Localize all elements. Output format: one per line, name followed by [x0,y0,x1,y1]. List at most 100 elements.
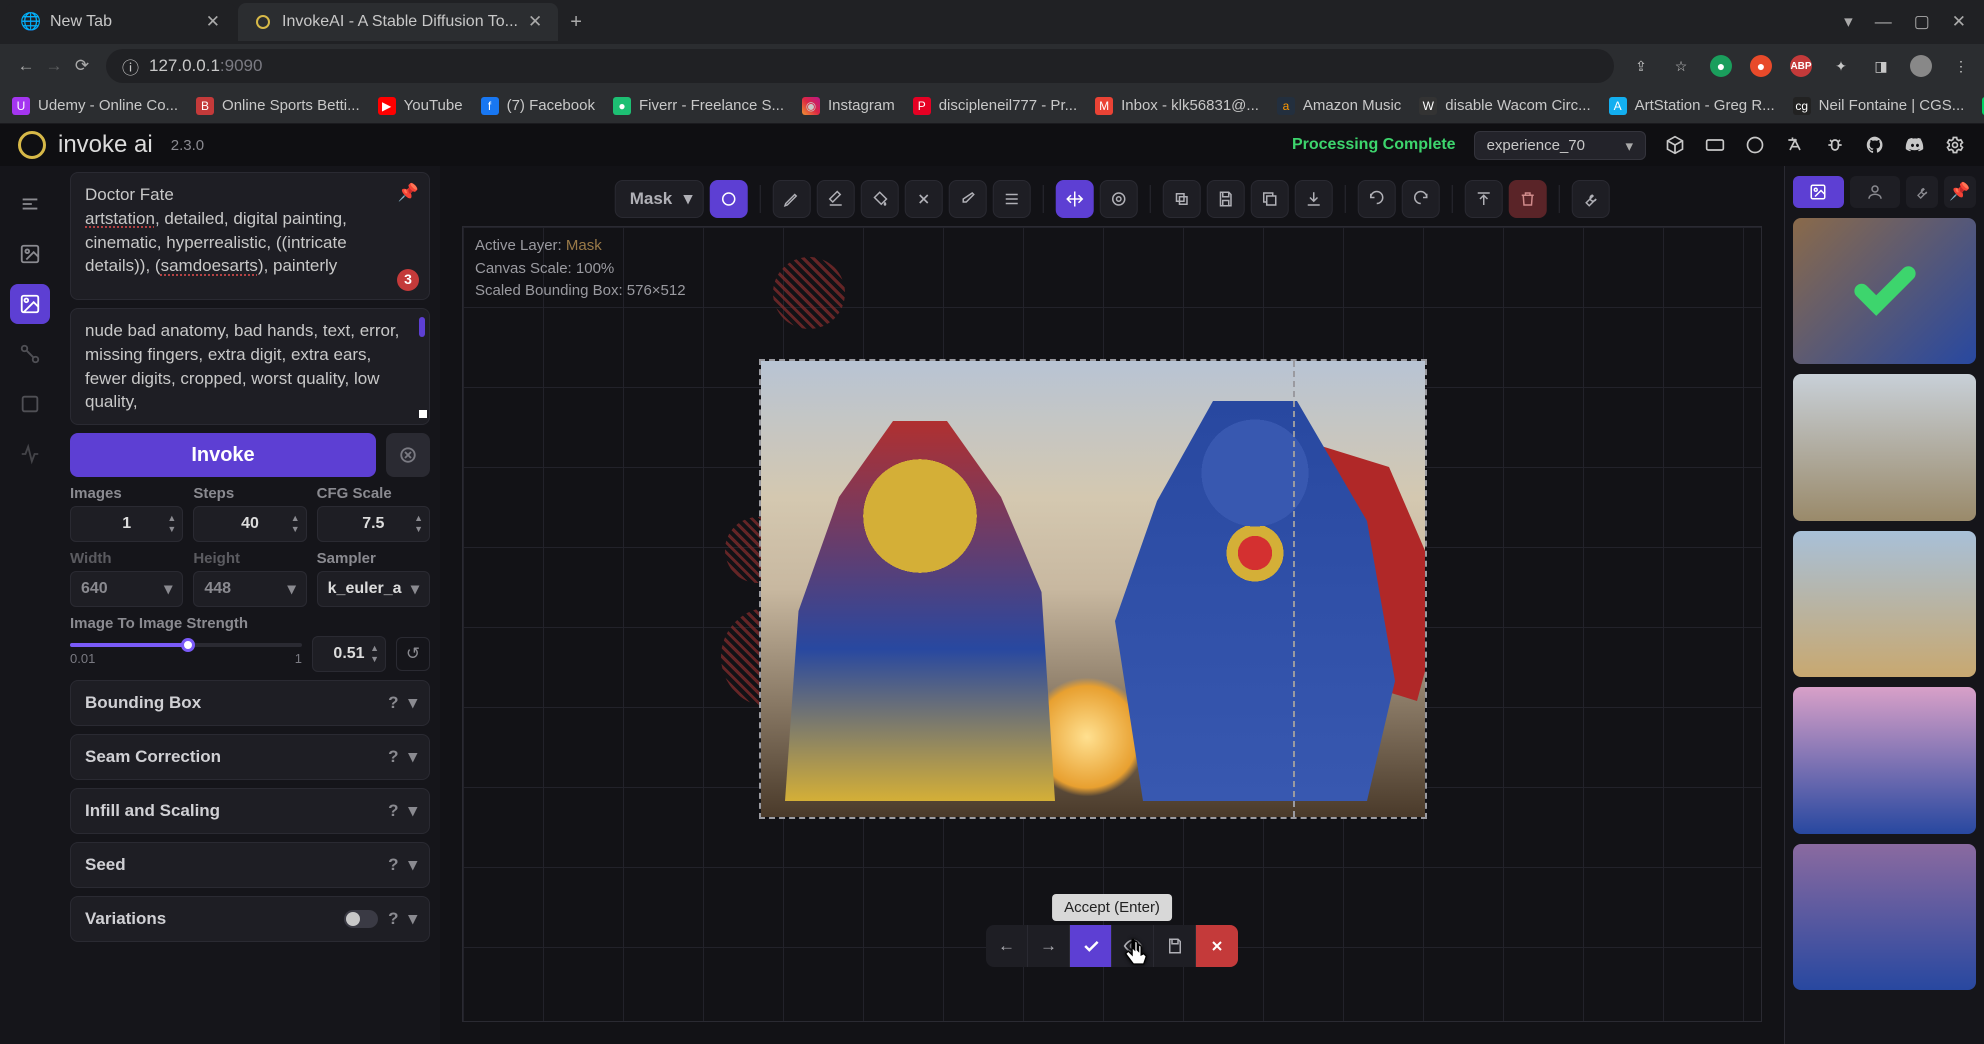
maximize-icon[interactable]: ▢ [1914,12,1930,32]
txt2img-tab[interactable] [10,184,50,224]
gallery-results-tab[interactable] [1793,176,1844,208]
upload-icon[interactable] [1464,180,1502,218]
undo-icon[interactable] [1357,180,1395,218]
delete-icon[interactable] [1508,180,1546,218]
prev-button[interactable]: ← [986,925,1028,967]
bookmark[interactable]: Wdisable Wacom Circ... [1419,97,1590,115]
eraser-icon[interactable] [816,180,854,218]
gallery-thumb[interactable] [1793,844,1976,990]
bookmark[interactable]: ◉Instagram [802,97,895,115]
kebab-menu-icon[interactable]: ⋮ [1950,55,1972,77]
gallery-thumb[interactable] [1793,374,1976,520]
unified-canvas-tab[interactable] [10,284,50,324]
steps-input[interactable]: 40▲▼ [193,506,306,542]
extensions-icon[interactable]: ✦ [1830,55,1852,77]
github-icon[interactable] [1864,134,1886,156]
prompt-input[interactable]: Doctor Fate artstation, detailed, digita… [70,172,430,300]
gallery-thumb[interactable] [1793,218,1976,364]
variations-accordion[interactable]: Variations?▾ [70,896,430,942]
share-icon[interactable]: ⇪ [1630,55,1652,77]
pencil-icon[interactable] [772,180,810,218]
layer-select[interactable]: Mask [615,180,704,218]
nodes-tab[interactable] [10,334,50,374]
url-input[interactable]: ⓘ 127.0.0.1:9090 [106,49,1614,83]
resize-handle-icon[interactable] [419,410,427,418]
help-icon[interactable]: ? [388,747,398,767]
gallery-settings-icon[interactable] [1906,176,1938,208]
i2i-strength-slider[interactable] [70,643,302,647]
bookmark[interactable]: ▶YouTube [378,97,463,115]
color-picker-icon[interactable] [948,180,986,218]
sampler-select[interactable]: k_euler_a [317,571,430,607]
copy-icon[interactable] [1250,180,1288,218]
merge-icon[interactable] [1162,180,1200,218]
bookmark-star-icon[interactable]: ☆ [1670,55,1692,77]
cube-icon[interactable] [1664,134,1686,156]
forward-button[interactable]: → [40,56,68,76]
seed-accordion[interactable]: Seed?▾ [70,842,430,888]
back-button[interactable]: ← [12,56,40,76]
height-select[interactable]: 448 [193,571,306,607]
bookmark[interactable]: aAmazon Music [1277,97,1401,115]
save-staging-button[interactable] [1154,925,1196,967]
seam-correction-accordion[interactable]: Seam Correction?▾ [70,734,430,780]
browser-tab[interactable]: InvokeAI - A Stable Diffusion To... ✕ [238,3,558,41]
close-icon[interactable]: ✕ [528,12,542,32]
generated-image[interactable] [759,359,1427,819]
info-icon[interactable]: ⓘ [122,54,139,79]
extension-icon[interactable]: ● [1750,55,1772,77]
profile-avatar[interactable] [1910,55,1932,77]
width-select[interactable]: 640 [70,571,183,607]
bookmark[interactable]: MInbox - klk56831@... [1095,97,1259,115]
postprocess-tab[interactable] [10,384,50,424]
bookmark[interactable]: AArtStation - Greg R... [1609,97,1775,115]
list-icon[interactable] [992,180,1030,218]
brush-tool[interactable] [709,180,747,218]
palette-icon[interactable] [1744,134,1766,156]
fill-icon[interactable] [860,180,898,218]
images-input[interactable]: 1▲▼ [70,506,183,542]
bookmark[interactable]: UUdemy - Online Co... [12,97,178,115]
save-icon[interactable] [1206,180,1244,218]
invoke-button[interactable]: Invoke [70,433,376,477]
help-icon[interactable]: ? [388,855,398,875]
gallery-pin-icon[interactable]: 📌 [1944,176,1976,208]
discard-button[interactable] [1196,925,1238,967]
close-window-icon[interactable]: ✕ [1952,12,1966,32]
cfg-input[interactable]: 7.5▲▼ [317,506,430,542]
bookmark[interactable]: cgNeil Fontaine | CGS... [1793,97,1965,115]
sidepanel-icon[interactable]: ◨ [1870,55,1892,77]
keyboard-icon[interactable] [1704,134,1726,156]
scroll-thumb[interactable] [419,317,425,337]
next-button[interactable]: → [1028,925,1070,967]
chevron-down-icon[interactable]: ▾ [1844,12,1853,32]
pin-icon[interactable]: 📌 [398,181,419,205]
gear-icon[interactable] [1944,134,1966,156]
reset-button[interactable]: ↺ [396,637,430,671]
extension-icon[interactable]: ● [1710,55,1732,77]
variations-toggle[interactable] [344,910,378,928]
infill-scaling-accordion[interactable]: Infill and Scaling?▾ [70,788,430,834]
new-tab-button[interactable]: + [560,11,592,34]
redo-icon[interactable] [1401,180,1439,218]
browser-tab[interactable]: 🌐 New Tab ✕ [6,3,236,41]
gallery-thumb[interactable] [1793,531,1976,677]
bug-icon[interactable] [1824,134,1846,156]
help-icon[interactable]: ? [388,693,398,713]
move-tool[interactable] [1055,180,1093,218]
bookmark[interactable]: BOnline Sports Betti... [196,97,360,115]
model-select[interactable]: experience_70 [1474,131,1646,160]
training-tab[interactable] [10,434,50,474]
cancel-button[interactable] [386,433,430,477]
help-icon[interactable]: ? [388,909,398,929]
bookmark[interactable]: ●Fiverr - Freelance S... [613,97,784,115]
bounding-box-accordion[interactable]: Bounding Box?▾ [70,680,430,726]
img2img-tab[interactable] [10,234,50,274]
language-icon[interactable] [1784,134,1806,156]
gallery-thumb[interactable] [1793,687,1976,833]
reload-button[interactable]: ⟳ [68,56,96,76]
wrench-icon[interactable] [1571,180,1609,218]
adblock-icon[interactable]: ABP [1790,55,1812,77]
clear-icon[interactable] [904,180,942,218]
bookmark[interactable]: f(7) Facebook [481,97,595,115]
